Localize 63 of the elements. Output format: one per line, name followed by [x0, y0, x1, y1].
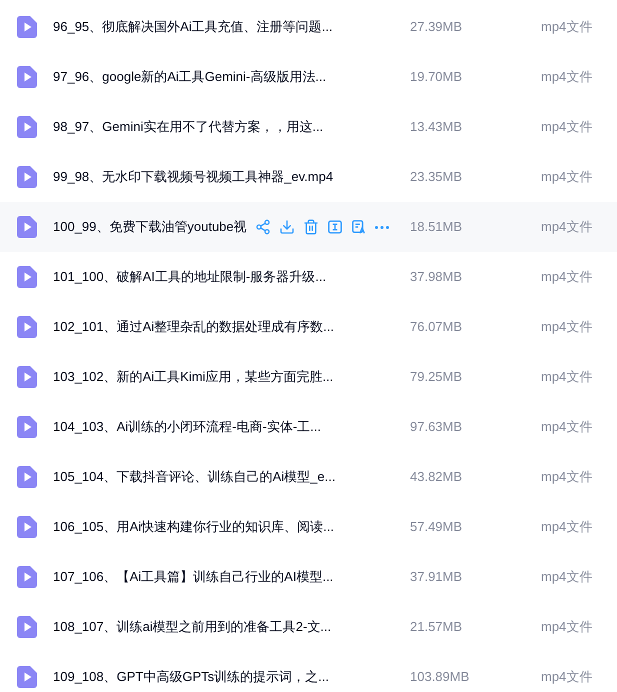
video-file-icon	[17, 216, 37, 238]
file-type: mp4文件	[541, 518, 594, 536]
file-name: 101_100、破解AI工具的地址限制-服务器升级...	[53, 268, 326, 286]
file-name: 104_103、Ai训练的小闭环流程-电商-实体-工...	[53, 418, 321, 436]
file-type: mp4文件	[541, 168, 594, 186]
file-type: mp4文件	[541, 18, 594, 36]
file-type: mp4文件	[541, 118, 594, 136]
ai-translate-button[interactable]	[350, 219, 367, 235]
file-name: 106_105、用Ai快速构建你行业的知识库、阅读...	[53, 518, 334, 536]
more-button[interactable]	[374, 226, 389, 228]
file-size: 21.57MB	[410, 618, 464, 636]
share-button[interactable]	[254, 219, 271, 235]
file-size: 37.98MB	[410, 268, 464, 286]
file-name: 99_98、无水印下载视频号视频工具神器_ev.mp4	[53, 168, 334, 186]
file-name: 96_95、彻底解决国外Ai工具充值、注册等问题...	[53, 18, 333, 36]
file-type: mp4文件	[541, 468, 594, 486]
file-type: mp4文件	[541, 218, 594, 236]
video-file-icon	[17, 166, 37, 188]
video-file-icon	[17, 616, 37, 638]
file-type: mp4文件	[541, 318, 594, 336]
file-size: 103.89MB	[410, 668, 470, 686]
file-size: 79.25MB	[410, 368, 464, 386]
file-type: mp4文件	[541, 668, 594, 686]
video-file-icon	[17, 666, 37, 688]
file-name: 103_102、新的Ai工具Kimi应用，某些方面完胜...	[53, 368, 334, 386]
video-file-icon	[17, 16, 37, 38]
video-file-icon	[17, 416, 37, 438]
file-size: 97.63MB	[410, 418, 464, 436]
video-file-icon	[17, 566, 37, 588]
file-name: 102_101、通过Ai整理杂乱的数据处理成有序数...	[53, 318, 334, 336]
file-size: 76.07MB	[410, 318, 464, 336]
file-name: 100_99、免费下载油管youtube视	[53, 218, 247, 236]
file-type: mp4文件	[541, 618, 594, 636]
file-row[interactable]: 100_99、免费下载油管youtube视 18.51MB mp4文件	[0, 202, 617, 252]
file-type: mp4文件	[541, 268, 594, 286]
file-type: mp4文件	[541, 68, 594, 86]
video-file-icon	[17, 66, 37, 88]
file-size: 19.70MB	[410, 68, 464, 86]
video-file-icon	[17, 516, 37, 538]
delete-button[interactable]	[302, 219, 319, 235]
file-size: 57.49MB	[410, 518, 464, 536]
video-file-icon	[17, 116, 37, 138]
file-type: mp4文件	[541, 418, 594, 436]
file-size: 23.35MB	[410, 168, 464, 186]
file-name: 109_108、GPT中高级GPTs训练的提示词，之...	[53, 668, 329, 686]
file-name: 98_97、Gemini实在用不了代替方案，，用这...	[53, 118, 324, 136]
file-size: 43.82MB	[410, 468, 464, 486]
download-button[interactable]	[278, 219, 295, 235]
video-file-icon	[17, 466, 37, 488]
file-name: 107_106、【Ai工具篇】训练自己行业的AI模型...	[53, 568, 334, 586]
file-type: mp4文件	[541, 568, 594, 586]
file-name: 108_107、训练ai模型之前用到的准备工具2-文...	[53, 618, 332, 636]
file-size: 13.43MB	[410, 118, 464, 136]
file-size: 37.91MB	[410, 568, 464, 586]
file-size: 27.39MB	[410, 18, 464, 36]
video-file-icon	[17, 366, 37, 388]
video-file-icon	[17, 316, 37, 338]
file-type: mp4文件	[541, 368, 594, 386]
file-name: 97_96、google新的Ai工具Gemini-高级版用法...	[53, 68, 326, 86]
file-name: 105_104、下载抖音评论、训练自己的Ai模型_e...	[53, 468, 336, 486]
text-extract-button[interactable]	[326, 219, 343, 235]
video-file-icon	[17, 266, 37, 288]
file-size: 18.51MB	[410, 218, 464, 236]
